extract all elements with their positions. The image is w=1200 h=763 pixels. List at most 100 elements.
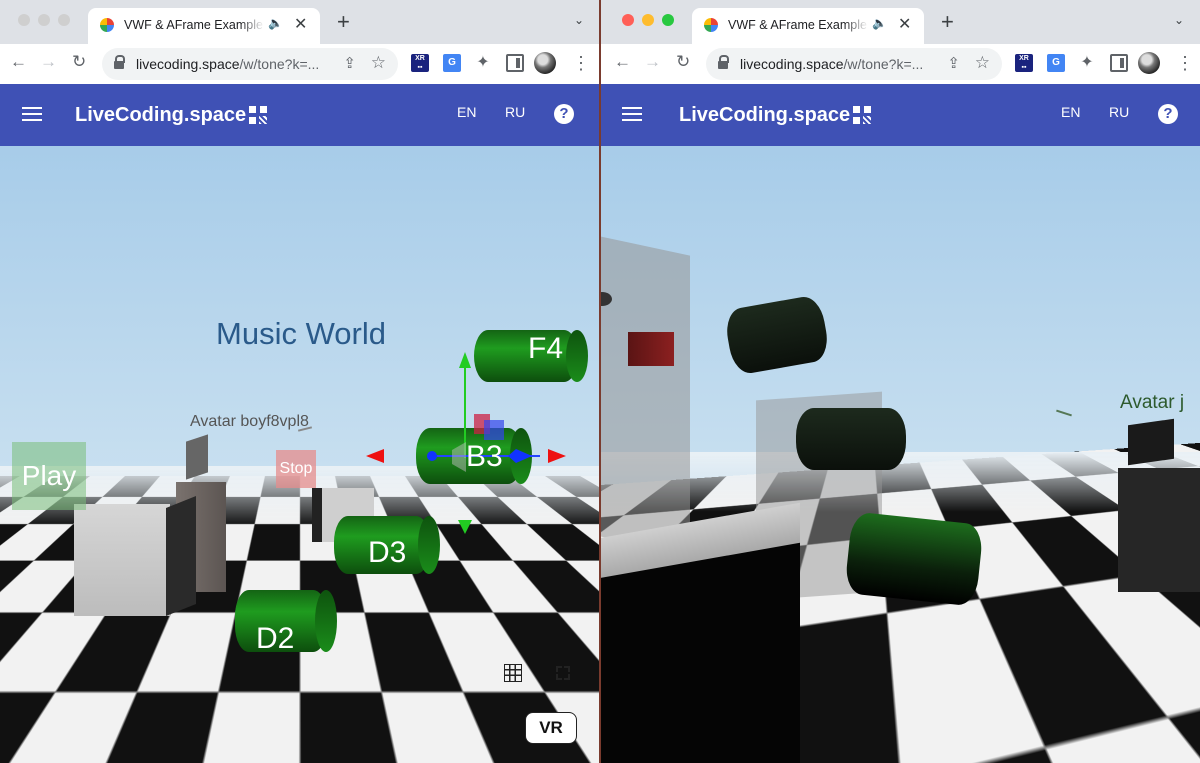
red-cube[interactable] <box>628 332 674 366</box>
maximize-window-button[interactable] <box>58 14 70 26</box>
reload-button[interactable]: ↻ <box>676 52 690 72</box>
lang-ru-button[interactable]: RU <box>1109 104 1129 120</box>
url-text[interactable]: livecoding.space/w/tone?k=... <box>740 56 923 72</box>
address-bar[interactable]: livecoding.space/w/tone?k=... ⇪ ☆ <box>706 48 1002 80</box>
xr-extension-icon[interactable]: XR ▪▪ <box>1015 54 1033 72</box>
tab-active[interactable]: VWF & AFrame Example Ap 🔈 ✕ <box>692 8 924 44</box>
avatar-label: Avatar boyf8vpl8 <box>190 413 309 430</box>
lang-en-button[interactable]: EN <box>457 104 476 120</box>
grid-icon[interactable] <box>504 664 522 682</box>
maximize-window-button[interactable] <box>662 14 674 26</box>
site-favicon-icon <box>100 18 114 32</box>
translate-extension-icon[interactable]: G <box>1047 54 1065 72</box>
note-cylinder[interactable] <box>796 408 906 470</box>
avatar-head[interactable] <box>1128 418 1174 466</box>
gizmo-y-arrow-icon[interactable] <box>459 352 471 368</box>
gizmo-left-arrow-icon[interactable] <box>366 449 384 463</box>
side-panel-icon[interactable] <box>1110 54 1128 72</box>
browser-toolbar: ← → ↻ livecoding.space/w/tone?k=... ⇪ ☆ … <box>600 44 1200 85</box>
new-tab-button[interactable]: + <box>337 11 350 33</box>
vr-button[interactable]: VR <box>1129 712 1181 744</box>
qr-icon[interactable] <box>249 106 267 124</box>
app-bar: LiveCoding.space EN RU ? <box>600 84 1200 146</box>
bookmark-star-icon[interactable]: ☆ <box>975 53 990 73</box>
help-icon[interactable]: ? <box>1158 104 1178 124</box>
note-label-d3: D3 <box>368 536 407 569</box>
puzzle-icon[interactable]: ✦ <box>474 54 492 72</box>
avatar-pointer-arrow-icon <box>1056 409 1072 417</box>
lang-en-button[interactable]: EN <box>1061 104 1080 120</box>
app-bar: LiveCoding.space EN RU ? <box>0 84 600 146</box>
tab-active[interactable]: VWF & AFrame Example Ap 🔈 ✕ <box>88 8 320 44</box>
bookmark-star-icon[interactable]: ☆ <box>371 53 386 73</box>
avatar-label: Avatar j <box>1120 392 1185 413</box>
note-cylinder[interactable] <box>844 511 984 607</box>
tab-strip: VWF & AFrame Example Ap 🔈 ✕ + ⌄ <box>0 0 600 44</box>
speaker-icon[interactable]: 🔈 <box>872 16 887 30</box>
tab-close-button[interactable]: ✕ <box>898 16 911 34</box>
profile-avatar[interactable] <box>1138 52 1160 74</box>
url-text[interactable]: livecoding.space/w/tone?k=... <box>136 56 319 72</box>
vr-button[interactable]: VR <box>525 712 577 744</box>
stop-button[interactable]: Stop <box>276 450 316 488</box>
side-panel-icon[interactable] <box>506 54 524 72</box>
browser-menu-button[interactable]: ⋮ <box>572 53 590 73</box>
tab-title: VWF & AFrame Example Ap <box>728 18 868 32</box>
browser-menu-button[interactable]: ⋮ <box>1176 53 1194 73</box>
browser-window-left: VWF & AFrame Example Ap 🔈 ✕ + ⌄ ← → ↻ li… <box>0 0 600 763</box>
site-favicon-icon <box>704 18 718 32</box>
translate-extension-icon[interactable]: G <box>443 54 461 72</box>
help-icon[interactable]: ? <box>554 104 574 124</box>
forward-button[interactable]: → <box>644 52 661 72</box>
hamburger-icon[interactable] <box>22 106 42 122</box>
3d-scene-viewport[interactable]: Avatar j VR <box>600 146 1200 763</box>
gizmo-right-arrow-icon[interactable] <box>548 449 566 463</box>
forward-button[interactable]: → <box>40 52 57 72</box>
share-icon[interactable]: ⇪ <box>947 54 960 72</box>
window-divider <box>599 0 601 763</box>
tab-strip: VWF & AFrame Example Ap 🔈 ✕ + ⌄ <box>600 0 1200 44</box>
minimize-window-button[interactable] <box>38 14 50 26</box>
hamburger-icon[interactable] <box>622 106 642 122</box>
qr-icon[interactable] <box>853 106 871 124</box>
note-label-d2: D2 <box>256 622 295 655</box>
avatar-head[interactable] <box>186 434 208 480</box>
back-button[interactable]: ← <box>10 52 27 72</box>
note-label-f4: F4 <box>528 332 564 365</box>
minimize-window-button[interactable] <box>642 14 654 26</box>
xr-extension-icon[interactable]: XR ▪▪ <box>411 54 429 72</box>
glass-panel[interactable] <box>600 236 690 556</box>
close-window-button[interactable] <box>18 14 30 26</box>
gizmo-down-arrow-icon[interactable] <box>458 520 472 534</box>
new-tab-button[interactable]: + <box>941 11 954 33</box>
note-label-b3: B3 <box>466 440 503 473</box>
share-icon[interactable]: ⇪ <box>343 54 356 72</box>
close-window-button[interactable] <box>622 14 634 26</box>
note-cylinder[interactable] <box>723 293 831 377</box>
back-button[interactable]: ← <box>614 52 631 72</box>
tab-title: VWF & AFrame Example Ap <box>124 18 264 32</box>
3d-scene-viewport[interactable]: Music World Avatar boyf8vpl8 Play Stop F… <box>0 146 600 763</box>
tab-search-button[interactable]: ⌄ <box>574 13 584 27</box>
note-cylinder[interactable] <box>963 625 1141 755</box>
fullscreen-icon[interactable] <box>1160 666 1174 680</box>
play-button[interactable]: Play <box>12 442 86 510</box>
browser-toolbar: ← → ↻ livecoding.space/w/tone?k=... ⇪ ☆ … <box>0 44 600 85</box>
grid-icon[interactable] <box>1108 664 1126 682</box>
profile-avatar[interactable] <box>534 52 556 74</box>
address-bar[interactable]: livecoding.space/w/tone?k=... ⇪ ☆ <box>102 48 398 80</box>
browser-window-right: VWF & AFrame Example Ap 🔈 ✕ + ⌄ ← → ↻ li… <box>600 0 1200 763</box>
avatar-body[interactable] <box>1118 468 1200 592</box>
lang-ru-button[interactable]: RU <box>505 104 525 120</box>
lock-icon[interactable] <box>718 55 729 69</box>
fullscreen-icon[interactable] <box>556 666 570 680</box>
puzzle-icon[interactable]: ✦ <box>1078 54 1096 72</box>
tab-close-button[interactable]: ✕ <box>294 16 307 34</box>
speaker-icon[interactable]: 🔈 <box>268 16 283 30</box>
lock-icon[interactable] <box>114 55 125 69</box>
tab-search-button[interactable]: ⌄ <box>1174 13 1184 27</box>
app-title[interactable]: LiveCoding.space <box>75 104 246 127</box>
reload-button[interactable]: ↻ <box>72 52 86 72</box>
app-title[interactable]: LiveCoding.space <box>679 104 850 127</box>
grey-cube[interactable] <box>74 504 170 616</box>
